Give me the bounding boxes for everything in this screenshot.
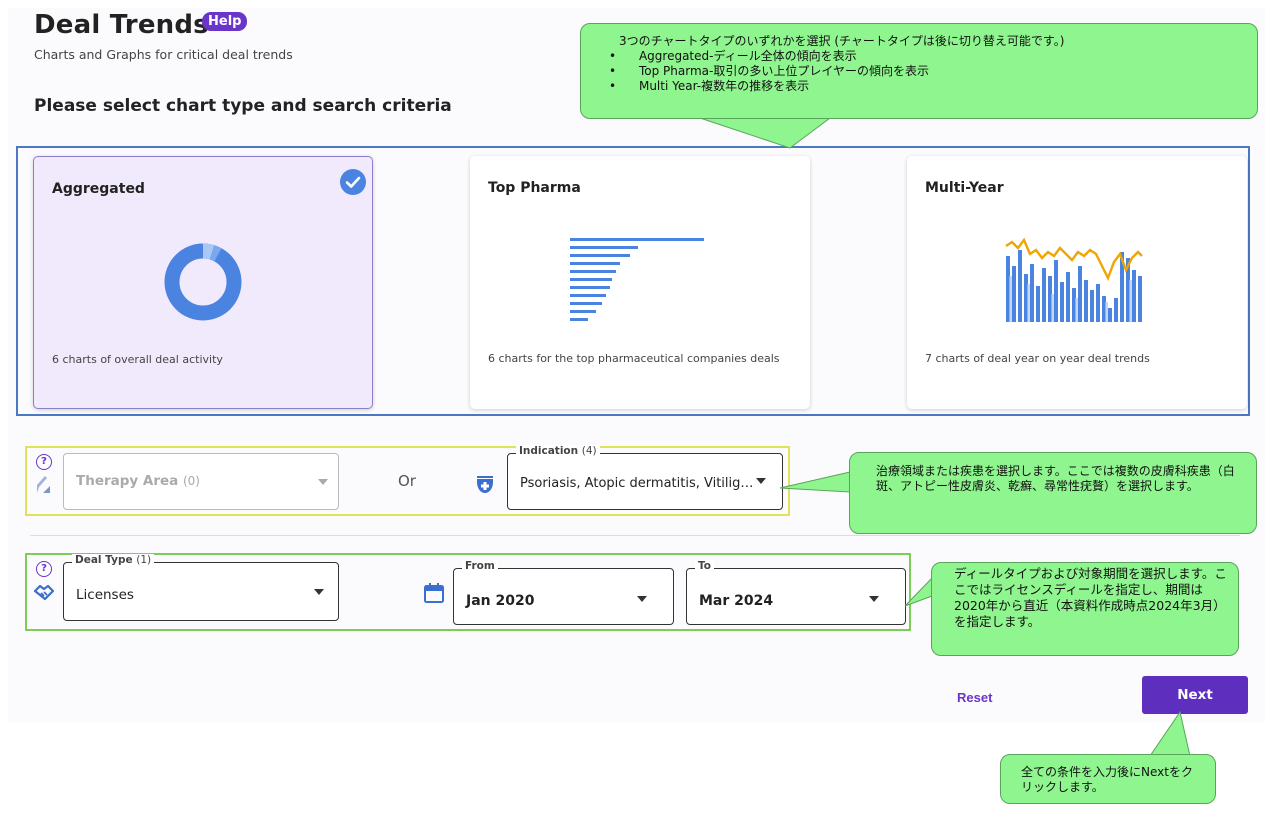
indication-callout: 治療領域または疾患を選択します。ここでは複数の皮膚科疾患（白斑、アトピー性皮膚炎… [849, 452, 1257, 534]
callout-bullet: • Top Pharma-取引の多い上位プレイヤーの傾向を表示 [609, 64, 929, 78]
chart-type-callout: 3つのチャートタイプのいずれかを選択 (チャートタイプは後に切り替え可能です。)… [580, 23, 1258, 119]
deal-callout: ディールタイプおよび対象期間を選択します。ここではライセンスディールを指定し、期… [931, 562, 1239, 656]
callout-intro: 3つのチャートタイプのいずれかを選択 (チャートタイプは後に切り替え可能です。) [619, 34, 1065, 48]
callout-bullet: • Multi Year-複数年の推移を表示 [609, 79, 810, 93]
callout-bullet: • Aggregated-ディール全体の傾向を表示 [609, 49, 857, 63]
callout-pointers [699, 117, 1191, 757]
next-callout: 全ての条件を入力後にNextをクリックします。 [1000, 754, 1216, 804]
